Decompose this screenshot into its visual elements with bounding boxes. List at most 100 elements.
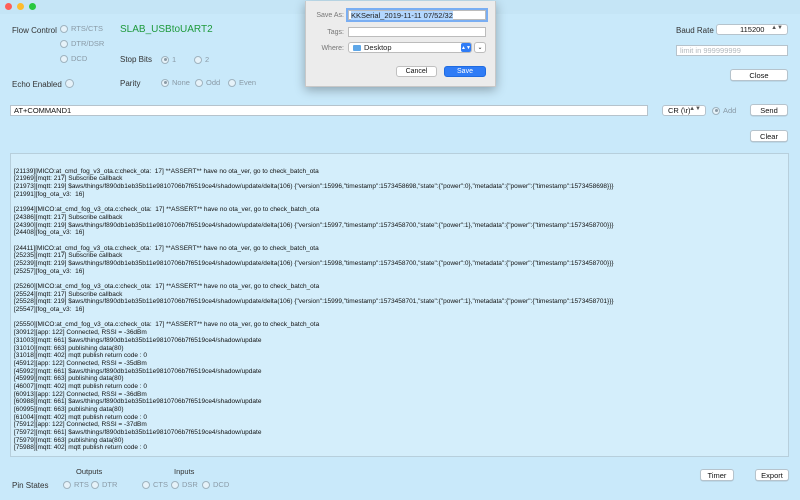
flow-dcd-radio[interactable]: DCD	[60, 54, 87, 63]
radio-icon	[171, 480, 179, 489]
parity-label: Parity	[120, 79, 141, 88]
baud-rate-label: Baud Rate	[676, 26, 714, 35]
log-line: [45999][mqtt: 663] publishing data(80)	[14, 375, 124, 383]
close-button[interactable]: Close	[730, 69, 788, 81]
log-line: [60995][mqtt: 663] publishing data(80)	[14, 406, 124, 413]
clear-button[interactable]: Clear	[750, 130, 788, 142]
log-line: [25239][mqtt: 219] $aws/things/f890db1eb…	[14, 259, 614, 267]
where-select[interactable]: Desktop ▲▼	[348, 42, 472, 53]
log-line: [21991][fog_ota_v3: 16]	[14, 190, 85, 198]
log-line: [21994][MICO:at_cmd_fog_v3_ota.c:check_o…	[14, 206, 320, 214]
radio-icon	[60, 39, 68, 48]
pin-cts-indicator: CTS	[142, 480, 168, 489]
radio-icon	[60, 24, 68, 33]
log-line: [31003][mqtt: 661] $aws/things/f890db1eb…	[14, 336, 262, 344]
serial-log[interactable]: [21139][MICO:at_cmd_fog_v3_ota.c:check_o…	[10, 153, 789, 457]
command-input[interactable]: AT+COMMAND1	[10, 105, 648, 116]
send-button[interactable]: Send	[750, 104, 788, 116]
parity-odd-radio[interactable]: Odd	[195, 78, 220, 87]
pin-dcd-indicator: DCD	[202, 480, 229, 489]
log-line: [21973][mqtt: 219] $aws/things/f890db1eb…	[14, 183, 614, 191]
tags-label: Tags:	[327, 29, 344, 36]
parity-even-radio[interactable]: Even	[228, 78, 256, 87]
log-line: [25260][MICO:at_cmd_fog_v3_ota.c:check_o…	[14, 283, 320, 290]
parity-none-radio[interactable]: None	[161, 78, 190, 87]
radio-selected-icon	[712, 106, 720, 115]
radio-label: DTR	[102, 480, 118, 489]
log-line: [24411][MICO:at_cmd_fog_v3_ota.c:check_o…	[14, 244, 319, 252]
log-line: [25524][mqtt: 217] Subscribe callback	[14, 290, 123, 298]
cancel-button[interactable]: Cancel	[396, 66, 437, 77]
log-line: [25547][fog_ota_v3: 16]	[14, 306, 85, 314]
echo-enabled-label: Echo Enabled	[12, 80, 62, 89]
line-ending-value: CR (\r)	[668, 106, 691, 115]
radio-label: 1	[172, 55, 177, 64]
log-line: [25528][mqtt: 219] $aws/things/f890db1eb…	[14, 298, 614, 306]
radio-label: DCD	[71, 54, 88, 63]
app-window: Flow Control RTS/CTS DTR/DSR DCD SLAB_US…	[0, 0, 800, 500]
log-line: [75972][mqtt: 661] $aws/things/f890db1eb…	[14, 429, 262, 437]
flow-control-label: Flow Control	[12, 26, 57, 35]
radio-label: Odd	[206, 78, 221, 87]
flow-rts-cts-radio[interactable]: RTS/CTS	[60, 24, 103, 33]
radio-selected-icon	[161, 55, 169, 64]
log-line: [45992][mqtt: 661] $aws/things/f890db1eb…	[14, 367, 262, 375]
chevron-updown-icon: ▲▼	[461, 43, 471, 52]
close-window-icon[interactable]	[5, 3, 12, 10]
zoom-window-icon[interactable]	[29, 3, 36, 10]
log-line: [45912][app: 122] Connected, RSSI = -35d…	[14, 359, 147, 367]
log-line: [31018][mqtt: 402] mqtt publish return c…	[14, 352, 147, 360]
radio-label: RTS	[74, 480, 89, 489]
baud-rate-select[interactable]: 115200 ▲▼	[716, 24, 788, 35]
add-radio[interactable]: Add	[712, 106, 736, 115]
radio-label: RTS/CTS	[71, 24, 103, 33]
log-line: [31010][mqtt: 663] publishing data(80)	[14, 344, 124, 352]
minimize-window-icon[interactable]	[17, 3, 24, 10]
flow-dtr-dsr-radio[interactable]: DTR/DSR	[60, 39, 104, 48]
radio-icon	[202, 480, 210, 489]
log-line: [30912][app: 122] Connected, RSSI = -36d…	[14, 329, 147, 337]
log-line: [21139][MICO:at_cmd_fog_v3_ota.c:check_o…	[14, 167, 319, 175]
save-as-value: KKSerial_2019-11-11 07/52/32	[351, 10, 453, 20]
pin-dtr-indicator[interactable]: DTR	[91, 480, 117, 489]
pin-rts-indicator[interactable]: RTS	[63, 480, 89, 489]
radio-label: CTS	[153, 480, 168, 489]
radio-icon	[195, 78, 203, 87]
save-as-label: Save As:	[316, 12, 344, 19]
radio-selected-icon	[161, 78, 169, 87]
tags-input[interactable]	[348, 27, 486, 37]
radio-label: Add	[723, 106, 737, 115]
export-button[interactable]: Export	[755, 469, 789, 481]
save-as-input[interactable]: KKSerial_2019-11-11 07/52/32	[346, 8, 488, 22]
save-button[interactable]: Save	[444, 66, 486, 77]
log-line: [61004][mqtt: 402] mqtt publish return c…	[14, 413, 147, 421]
echo-enabled-checkbox[interactable]	[65, 79, 74, 88]
radio-label: DCD	[213, 480, 230, 489]
outputs-label: Outputs	[76, 467, 103, 476]
line-ending-select[interactable]: CR (\r) ▲▼	[662, 105, 706, 116]
log-line: [46007][mqtt: 402] mqtt publish return c…	[14, 382, 147, 390]
baud-rate-value: 115200	[740, 25, 765, 34]
radio-label: Even	[239, 78, 257, 87]
stop-bits-2-radio[interactable]: 2	[194, 55, 209, 64]
radio-icon	[194, 55, 202, 64]
log-line: [75912][app: 122] Connected, RSSI = -37d…	[14, 421, 147, 429]
radio-label: None	[172, 78, 190, 87]
expand-chevron-icon[interactable]: ⌄	[474, 42, 486, 53]
timer-button[interactable]: Timer	[700, 469, 734, 481]
radio-label: 2	[205, 55, 210, 64]
limit-input[interactable]: limit in 999999999	[676, 45, 788, 56]
save-dialog: Save As: KKSerial_2019-11-11 07/52/32 Ta…	[305, 1, 496, 87]
log-line: [24408][fog_ota_v3: 16]	[14, 229, 85, 237]
folder-icon	[353, 44, 361, 51]
log-line: [21969][mqtt: 217] Subscribe callback	[14, 175, 123, 183]
stop-bits-1-radio[interactable]: 1	[161, 55, 176, 64]
log-line: [24390][mqtt: 219] $aws/things/f890db1eb…	[14, 221, 614, 229]
log-line: [75988][mqtt: 402] mqtt publish return c…	[14, 444, 147, 452]
radio-label: DSR	[182, 480, 198, 489]
